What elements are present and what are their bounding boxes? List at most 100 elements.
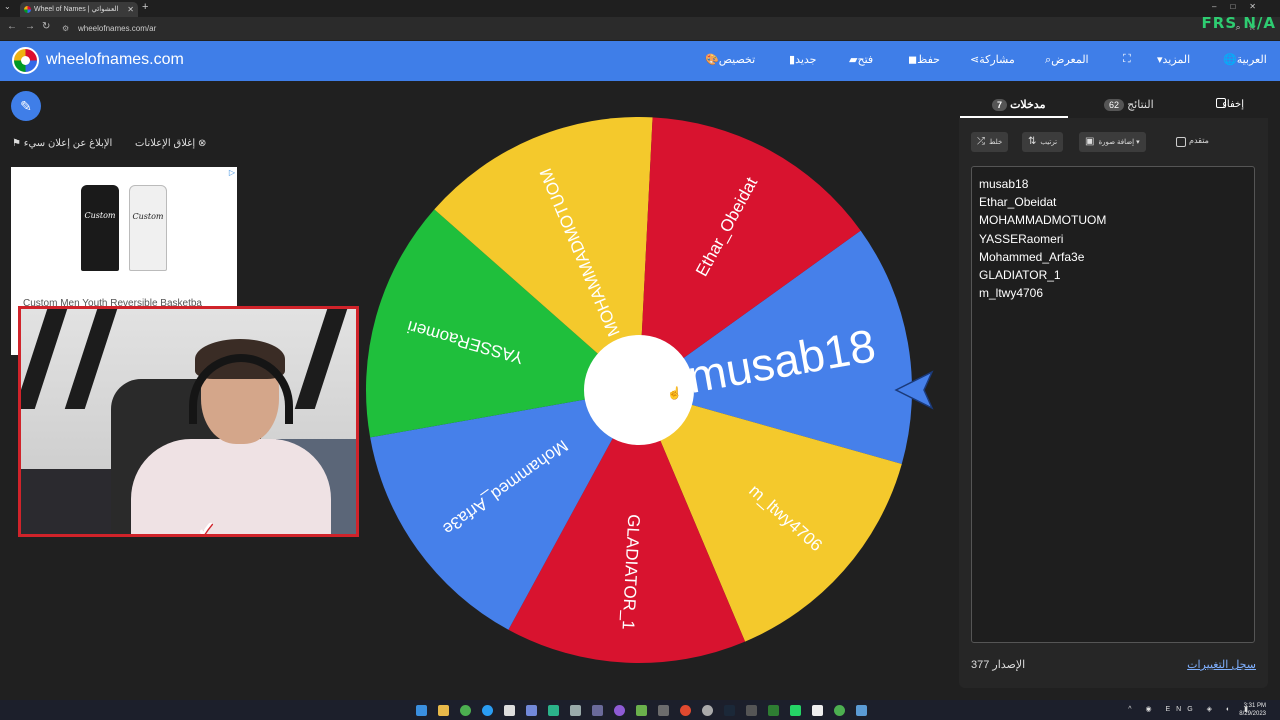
webcam-overlay: ✓ [18, 306, 359, 537]
app-icon[interactable] [658, 705, 669, 716]
close-ads-label: إغلاق الإعلانات [135, 138, 196, 149]
new-button[interactable]: ▮جديد [784, 53, 816, 66]
share-button[interactable]: ⋖مشاركة [965, 53, 1015, 66]
jersey-image-white: Custom [129, 185, 167, 271]
adchoices-icon[interactable]: ▷ [229, 168, 235, 177]
app-icon[interactable] [768, 705, 779, 716]
clock[interactable]: 3:31 PM 8/29/2023 [1239, 702, 1266, 718]
entry-line: MOHAMMADMOTUOM [979, 213, 1107, 228]
app-header: wheelofnames.com 🎨تخصيص ▮جديد ▰فتح ◼حفظ … [0, 41, 1280, 81]
new-tab-icon[interactable]: + [142, 1, 148, 13]
system-tray[interactable]: ^ ◉ ENG ◈ ◐ ▮ [1128, 705, 1254, 713]
chrome-icon[interactable] [460, 705, 471, 716]
results-count-badge: 62 [1104, 99, 1125, 111]
browser-tab[interactable]: Wheel of Names | العشوائي ✕ [20, 2, 138, 17]
steam-icon[interactable] [724, 705, 735, 716]
forward-icon[interactable]: → [25, 21, 35, 32]
window-controls[interactable]: –□✕ [1212, 2, 1270, 11]
discord-icon[interactable] [526, 705, 537, 716]
flag-icon: ⚑ [12, 138, 24, 149]
edge-icon[interactable] [482, 705, 493, 716]
gallery-button[interactable]: ⌕المعرض [1040, 53, 1089, 67]
app-icon[interactable] [548, 705, 559, 716]
streamer-logo: ✓ [197, 517, 216, 537]
file-explorer-icon[interactable] [438, 705, 449, 716]
shuffle-button[interactable]: ⤮ خلط [971, 132, 1009, 152]
favicon-icon [24, 6, 31, 13]
close-circle-icon: ⊗ [195, 138, 207, 149]
advanced-label[interactable]: متقدم [1189, 136, 1209, 145]
app-icon[interactable] [504, 705, 515, 716]
app-icon[interactable] [812, 705, 823, 716]
version-text: الإصدار 377 [971, 659, 1026, 671]
app-icon[interactable] [790, 705, 801, 716]
close-ads-link[interactable]: إغلاق الإعلانات ⊗ [135, 138, 206, 149]
share-label: مشاركة [979, 54, 1015, 66]
fullscreen-button[interactable]: ⛶ [1118, 53, 1131, 66]
entries-textarea[interactable]: musab18 Ethar_Obeidat MOHAMMADMOTUOM YAS… [971, 166, 1255, 643]
hide-label[interactable]: إخفاء [1222, 99, 1244, 110]
webcam-person-body [131, 439, 331, 534]
logo-icon[interactable] [12, 47, 39, 74]
wheel-pointer-icon [894, 370, 934, 410]
advanced-checkbox[interactable] [1176, 137, 1186, 147]
report-ad-label: الإبلاغ عن إعلان سيء [23, 138, 113, 149]
app-icon[interactable] [746, 705, 757, 716]
shuffle-icon: ⤮ [977, 136, 985, 147]
url-input[interactable]: ⚙ wheelofnames.com/ar [62, 22, 1162, 36]
sort-icon: ⇅ [1028, 136, 1037, 147]
entry-line: musab18 [979, 177, 1029, 191]
address-bar: ← → ↻ ⚙ wheelofnames.com/ar ⌕☆ [0, 17, 1280, 40]
jersey-text: Custom [132, 212, 164, 221]
app-icon[interactable] [702, 705, 713, 716]
sort-button[interactable]: ⇅ ترتيب [1022, 132, 1064, 152]
chevron-down-icon: ▾ [1134, 139, 1140, 146]
reload-icon[interactable]: ↻ [42, 21, 50, 32]
wheel-svg[interactable]: musab18m_ltwy4706GLADIATOR_1Mohammed_Arf… [366, 117, 913, 663]
brand-title[interactable]: wheelofnames.com [46, 51, 184, 69]
panel-tabs: 7 مدخلات 62 النتائج إخفاء [960, 92, 1268, 118]
entries-panel: ⤮ خلط ⇅ ترتيب ▣ إضافة صورة ▾ متقدم musab18 … [959, 118, 1268, 688]
wheel[interactable]: musab18 m_ltwy4706 GLADIATOR_1 Mohammed_Arf… [366, 117, 913, 663]
customize-button[interactable]: 🎨تخصيص [700, 53, 755, 66]
entry-line: Ethar_Obeidat [979, 195, 1057, 210]
tab-search-icon[interactable]: ⌄ [4, 2, 11, 11]
entries-count-badge: 7 [992, 99, 1008, 111]
save-icon: ◼ [908, 54, 918, 66]
start-icon[interactable] [416, 705, 427, 716]
report-ad-link[interactable]: ⚑ الإبلاغ عن إعلان سيء [12, 138, 112, 149]
new-label: جديد [795, 54, 817, 66]
changelog-link[interactable]: سجل التغييرات [1187, 658, 1256, 671]
close-tab-icon[interactable]: ✕ [127, 2, 134, 17]
save-button[interactable]: ◼حفظ [903, 53, 940, 66]
taskbar: ^ ◉ ENG ◈ ◐ ▮ 3:31 PM 8/29/2023 [0, 700, 1280, 720]
stream-overlay-tag: FRS N/A [1201, 14, 1276, 32]
add-image-button[interactable]: ▣ إضافة صورة ▾ [1079, 132, 1146, 152]
site-info-icon[interactable]: ⚙ [62, 22, 69, 36]
entry-line: Mohammed_Arfa3e [979, 249, 1085, 264]
app-icon[interactable] [570, 705, 581, 716]
entry-line: GLADIATOR_1 [979, 268, 1061, 283]
language-label: العربية [1236, 54, 1267, 66]
back-icon[interactable]: ← [7, 21, 17, 32]
tab-entries[interactable]: 7 مدخلات [988, 98, 1045, 111]
app-icon[interactable] [834, 705, 845, 716]
edit-icon[interactable]: ✎ [11, 91, 41, 121]
entry-line: YASSERaomeri [979, 231, 1064, 246]
jersey-image-black: Custom [81, 185, 119, 271]
language-button[interactable]: 🌐العربية [1218, 53, 1267, 66]
app-icon[interactable] [856, 705, 867, 716]
app-icon[interactable] [680, 705, 691, 716]
language-indicator: ENG [1165, 706, 1199, 713]
open-button[interactable]: ▰فتح [844, 53, 873, 66]
app-icon[interactable] [592, 705, 603, 716]
tab-results[interactable]: 62 النتائج [1100, 98, 1154, 111]
clock-time: 3:31 PM [1243, 703, 1266, 709]
app-icon[interactable] [636, 705, 647, 716]
browser-tab-bar: ⌄ Wheel of Names | العشوائي ✕ + –□✕ [0, 0, 1280, 17]
fullscreen-icon: ⛶ [1123, 53, 1131, 65]
cursor-icon: ☝ [667, 386, 682, 400]
palette-icon: 🎨 [705, 54, 719, 66]
app-icon[interactable] [614, 705, 625, 716]
more-button[interactable]: ▾المزيد [1152, 53, 1190, 66]
